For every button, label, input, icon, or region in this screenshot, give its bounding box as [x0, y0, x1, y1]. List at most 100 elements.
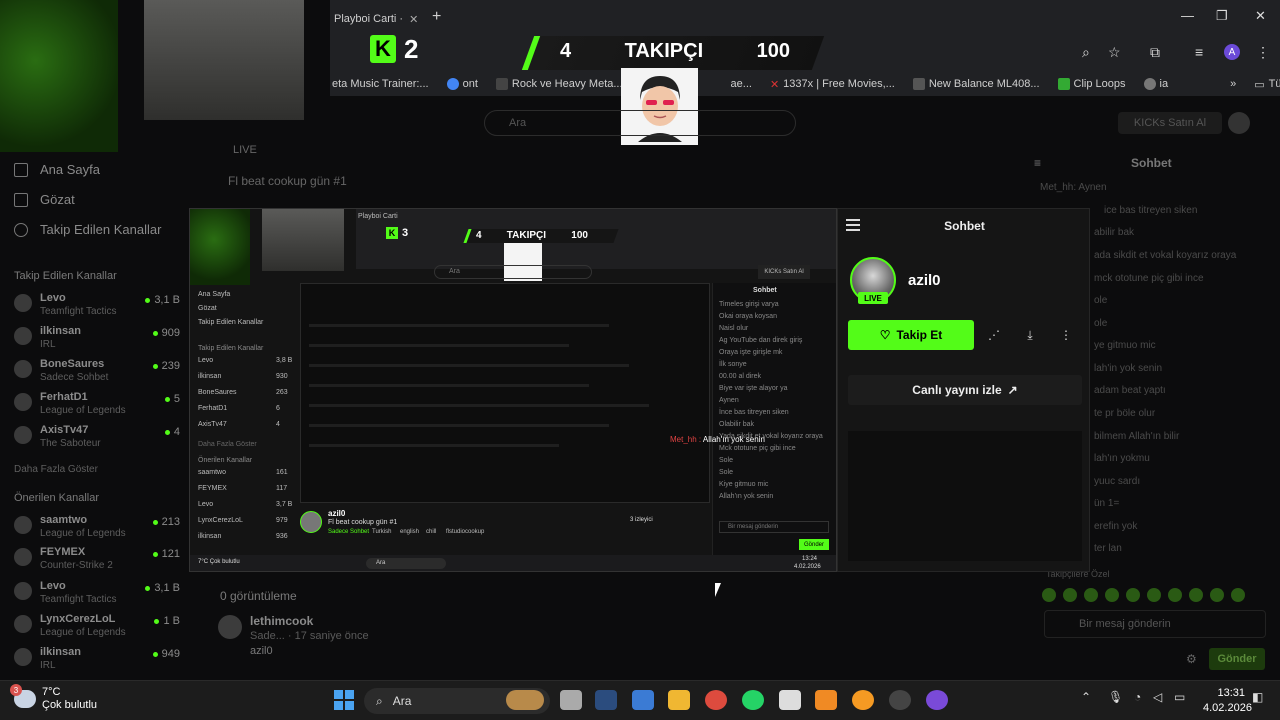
- emote-icon[interactable]: [1189, 588, 1203, 602]
- globe-icon: [1143, 78, 1156, 90]
- settings-gear-icon[interactable]: ⚙: [1186, 652, 1197, 666]
- f-app-icon[interactable]: [779, 690, 801, 710]
- new-tab-button[interactable]: +: [432, 8, 441, 26]
- bookmark-item[interactable]: ont: [446, 78, 478, 90]
- maximize-button[interactable]: ❐: [1216, 8, 1228, 24]
- emote-icon[interactable]: [1147, 588, 1161, 602]
- mouse-cursor-icon: [715, 583, 721, 597]
- download-icon[interactable]: ⤓: [1018, 323, 1042, 347]
- taskbar-clock[interactable]: 13:31 4.02.2026: [1203, 686, 1252, 716]
- kick-logo-icon: K: [370, 35, 396, 63]
- emote-icon[interactable]: [1231, 588, 1245, 602]
- photos-icon[interactable]: [632, 690, 654, 710]
- view-count: 0 görüntüleme: [220, 589, 297, 603]
- bookmarks-more[interactable]: »: [1230, 78, 1236, 90]
- bookmark-star-icon[interactable]: ☆: [1108, 44, 1121, 61]
- recommended-channel[interactable]: FEYMEX Counter-Strike 2 121: [14, 546, 184, 576]
- follow-button[interactable]: ♡ Takip Et: [848, 320, 974, 350]
- tab-title: Playboi Carti ·: [334, 13, 404, 25]
- bookmark-item[interactable]: Clip Loops: [1057, 78, 1126, 90]
- recommended-channel[interactable]: LynxCerezLoL League of Legends 1 B: [14, 613, 184, 643]
- emote-icon[interactable]: [1084, 588, 1098, 602]
- webcam-feed-1: [0, 0, 118, 152]
- obs-icon[interactable]: [889, 690, 911, 710]
- bookmark-item[interactable]: ✕ 1337x | Free Movies,...: [770, 78, 895, 91]
- steam-icon[interactable]: [595, 690, 617, 710]
- bookmark-item[interactable]: eta Music Trainer:...: [332, 78, 429, 90]
- bookmark-item[interactable]: New Balance ML408...: [912, 78, 1040, 90]
- chat-app-icon[interactable]: [926, 690, 948, 710]
- emote-icon[interactable]: [1105, 588, 1119, 602]
- close-tab-icon[interactable]: ✕: [409, 13, 418, 26]
- menu-icon[interactable]: ⋮: [1256, 44, 1270, 61]
- bookmarks-bar: eta Music Trainer:... ont Rock ve Heavy …: [330, 72, 1280, 96]
- webcam-feed-2: [144, 0, 304, 120]
- emote-icon[interactable]: [1063, 588, 1077, 602]
- notification-icon[interactable]: ◧: [1252, 690, 1263, 704]
- nav-browse[interactable]: Gözat: [14, 192, 75, 207]
- chrome-icon[interactable]: [705, 690, 727, 710]
- chat-message-input[interactable]: Bir mesaj gönderin: [1044, 610, 1266, 638]
- profile-avatar[interactable]: A: [1224, 44, 1240, 60]
- send-button[interactable]: Gönder: [1209, 648, 1265, 670]
- close-window-button[interactable]: ✕: [1255, 8, 1266, 24]
- emote-icon[interactable]: [1042, 588, 1056, 602]
- live-label: LIVE: [233, 144, 257, 156]
- tray-expand-icon[interactable]: ⌃: [1081, 690, 1091, 704]
- task-view-icon[interactable]: [560, 690, 582, 710]
- kicks-buy-button[interactable]: KICKs Satın Al: [1118, 112, 1222, 134]
- wifi-icon[interactable]: ◔: [1134, 690, 1141, 704]
- start-button[interactable]: [334, 690, 354, 710]
- user-avatar[interactable]: [1228, 112, 1250, 134]
- all-bookmarks[interactable]: ▭Tüm Yer İşaretleri: [1254, 78, 1280, 91]
- recommended-channel[interactable]: Levo Teamfight Tactics 3,1 B: [14, 580, 184, 610]
- channel-username[interactable]: azil0: [908, 272, 941, 289]
- emote-icon[interactable]: [1168, 588, 1182, 602]
- nav-home[interactable]: Ana Sayfa: [14, 162, 100, 177]
- recommended-channel[interactable]: ilkinsan IRL 949: [14, 646, 184, 676]
- followed-channel[interactable]: AxisTv47 The Saboteur 4: [14, 424, 184, 454]
- followed-section-title: Takip Edilen Kanallar: [14, 270, 117, 282]
- followed-channel[interactable]: Levo Teamfight Tactics 3,1 B: [14, 292, 184, 322]
- search-input[interactable]: Ara: [484, 110, 796, 136]
- followed-channel[interactable]: BoneSaures Sadece Sohbet 239: [14, 358, 184, 388]
- media-icon[interactable]: ≡: [1195, 44, 1203, 60]
- browser-tab[interactable]: Playboi Carti · ✕: [330, 4, 426, 34]
- minimize-button[interactable]: —: [1181, 8, 1194, 23]
- nested-search: Ara: [434, 265, 592, 279]
- bookmark-item[interactable]: ia: [1143, 78, 1168, 90]
- bookmark-item[interactable]: Rock ve Heavy Meta...: [495, 78, 623, 90]
- more-options-icon[interactable]: ⋮: [1054, 323, 1078, 347]
- chat-message: ole: [1094, 318, 1108, 329]
- emote-icon[interactable]: [1126, 588, 1140, 602]
- battery-icon[interactable]: ▭: [1174, 690, 1185, 704]
- nav-following[interactable]: Takip Edilen Kanallar: [14, 222, 161, 237]
- avatar: [14, 426, 32, 444]
- fl-studio-icon[interactable]: [815, 690, 837, 710]
- bookmark-item[interactable]: ae...: [731, 78, 752, 90]
- browser-tab-strip: [330, 0, 1280, 34]
- video-channel[interactable]: lethimcook: [250, 614, 313, 628]
- volume-icon[interactable]: ◁: [1153, 690, 1162, 704]
- followed-channel[interactable]: ilkinsan IRL 909: [14, 325, 184, 355]
- chat-message: te pr böle olur: [1094, 408, 1156, 419]
- microphone-icon[interactable]: 🎙: [1108, 690, 1123, 704]
- show-more-link[interactable]: Daha Fazla Göster: [14, 464, 98, 475]
- collapse-chat-icon[interactable]: ≡: [1034, 156, 1041, 170]
- whatsapp-icon[interactable]: [742, 690, 764, 710]
- share-icon[interactable]: ⋰: [982, 323, 1006, 347]
- live-badge: LIVE: [858, 292, 888, 304]
- zoom-icon[interactable]: ⌕: [1082, 44, 1090, 61]
- emote-icon[interactable]: [1210, 588, 1224, 602]
- search-app-icon[interactable]: [852, 690, 874, 710]
- video-meta: Sade... · 17 saniye önce: [250, 630, 369, 642]
- followed-channel[interactable]: FerhatD1 League of Legends 5: [14, 391, 184, 421]
- file-explorer-icon[interactable]: [668, 690, 690, 710]
- avatar: [218, 615, 242, 639]
- watch-live-button[interactable]: Canlı yayını izle ↗: [848, 375, 1082, 405]
- avatar: [14, 393, 32, 411]
- recommended-channel[interactable]: saamtwo League of Legends 213: [14, 514, 184, 544]
- weather-widget[interactable]: 3 7°C Çok bulutlu: [10, 684, 97, 712]
- chat-message: ice bas titreyen siken: [1104, 205, 1198, 216]
- extensions-icon[interactable]: ⧉: [1150, 44, 1160, 61]
